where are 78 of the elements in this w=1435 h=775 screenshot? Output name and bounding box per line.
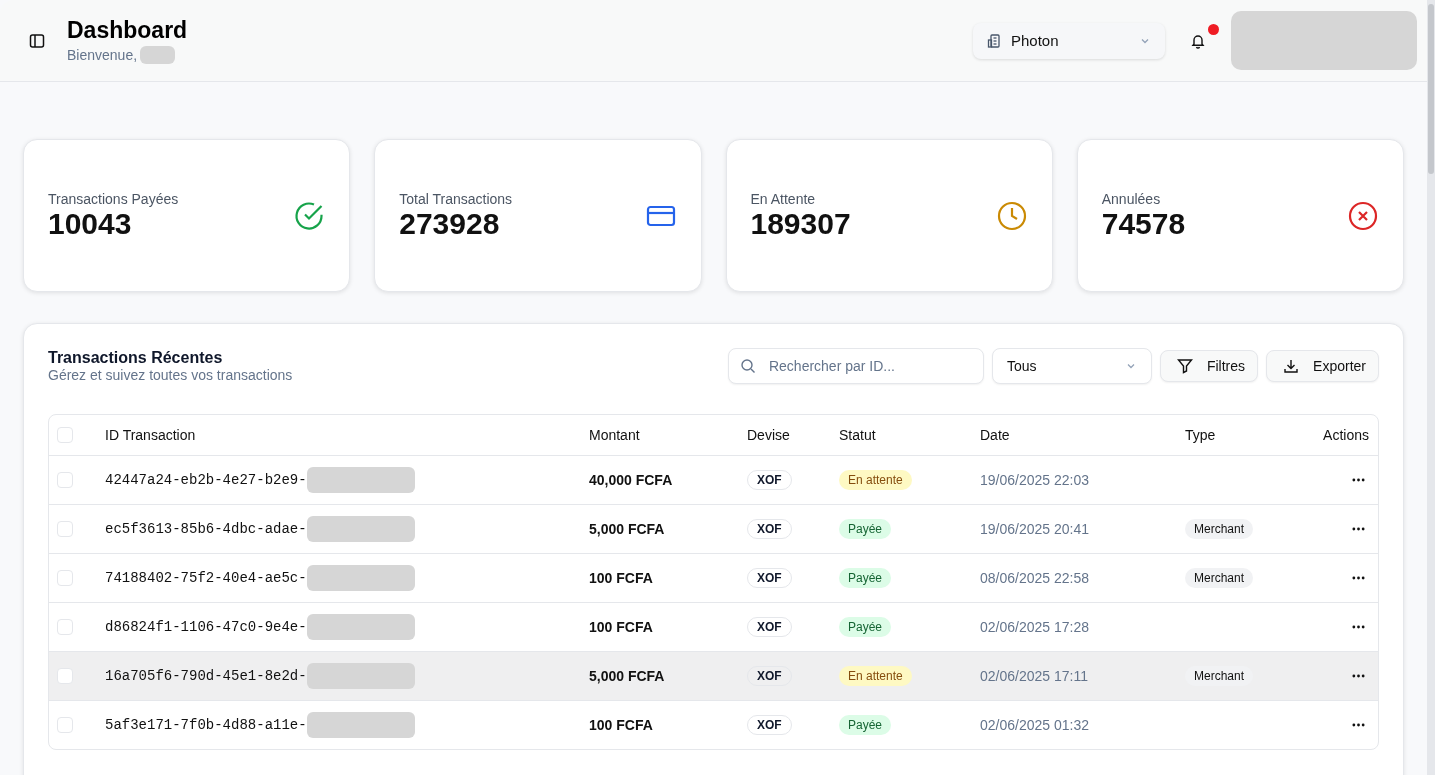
column-header: Actions — [1323, 427, 1369, 443]
table-row[interactable]: 74188402-75f2-40e4-ae5c- 100 FCFA XOF Payée 08/06/2025 22:58 Merchant — [49, 553, 1378, 602]
table-row[interactable]: 42447a24-eb2b-4e27-b2e9- 40,000 FCFA XOF En attente 19/06/2025 22:03 — [49, 455, 1378, 504]
table-row[interactable]: ec5f3613-85b6-4dbc-adae- 5,000 FCFA XOF Payée 19/06/2025 20:41 Merchant — [49, 504, 1378, 553]
amount-text: 100 FCFA — [589, 619, 653, 635]
date-text: 02/06/2025 17:11 — [980, 668, 1088, 684]
status-badge: Payée — [839, 617, 892, 637]
row-checkbox[interactable] — [57, 717, 73, 733]
amount-text: 40,000 FCFA — [589, 472, 673, 488]
export-button[interactable]: Exporter — [1266, 350, 1379, 382]
column-header: ID Transaction — [105, 427, 196, 443]
filter-icon — [1176, 358, 1193, 374]
stat-value: 273928 — [399, 206, 501, 241]
download-icon — [1283, 358, 1300, 374]
column-header: Devise — [747, 427, 790, 443]
filter-button[interactable]: Filtres — [1159, 350, 1259, 382]
stat-label: Annulées — [1101, 190, 1162, 207]
organization-selector[interactable]: Photon — [973, 22, 1165, 59]
transaction-id: 42447a24-eb2b-4e27-b2e9- — [105, 472, 307, 488]
scrollbar[interactable] — [1427, 0, 1435, 775]
column-header: Statut — [839, 427, 876, 443]
greeting-text: Bienvenue, — [67, 47, 138, 63]
more-actions-icon[interactable] — [1352, 723, 1365, 727]
row-checkbox[interactable] — [57, 619, 73, 635]
date-text: 02/06/2025 01:32 — [980, 717, 1089, 733]
sidebar-toggle-icon[interactable] — [29, 32, 45, 49]
column-header: Type — [1185, 427, 1216, 443]
amount-text: 100 FCFA — [589, 717, 653, 733]
transaction-id: 16a705f6-790d-45e1-8e2d- — [105, 668, 307, 684]
redacted-name — [140, 46, 176, 64]
table-row[interactable]: 16a705f6-790d-45e1-8e2d- 5,000 FCFA XOF En attente 02/06/2025 17:11 Merchant — [49, 651, 1378, 700]
stat-value: 74578 — [1101, 206, 1186, 241]
row-checkbox[interactable] — [57, 668, 73, 684]
status-badge: Payée — [839, 568, 892, 588]
transaction-id: ec5f3613-85b6-4dbc-adae- — [105, 521, 307, 537]
transaction-id: 74188402-75f2-40e4-ae5c- — [105, 570, 307, 586]
page-title: Dashboard — [67, 17, 188, 44]
amount-text: 5,000 FCFA — [589, 668, 665, 684]
status-badge: En attente — [839, 470, 912, 490]
stat-value: 10043 — [48, 206, 132, 241]
row-checkbox[interactable] — [57, 472, 73, 488]
column-header: Date — [980, 427, 1010, 443]
date-text: 19/06/2025 22:03 — [980, 472, 1089, 488]
date-text: 02/06/2025 17:28 — [980, 619, 1089, 635]
stat-label: En Attente — [750, 190, 817, 207]
amount-text: 100 FCFA — [589, 570, 653, 586]
panel-title: Transactions Récentes — [48, 349, 224, 367]
notification-bell-icon[interactable] — [1190, 32, 1206, 49]
type-badge: Merchant — [1185, 568, 1254, 588]
amount-text: 5,000 FCFA — [589, 521, 665, 537]
type-badge: Merchant — [1185, 519, 1254, 539]
table-row[interactable]: 5af3e171-7f0b-4d88-a11e- 100 FCFA XOF Payée 02/06/2025 01:32 — [49, 700, 1378, 749]
date-text: 08/06/2025 22:58 — [980, 570, 1089, 586]
panel-subtitle: Gérez et suivez toutes vos transactions — [48, 367, 293, 383]
more-actions-icon[interactable] — [1352, 527, 1365, 531]
more-actions-icon[interactable] — [1352, 576, 1365, 580]
more-actions-icon[interactable] — [1352, 674, 1365, 678]
status-badge: Payée — [839, 715, 892, 735]
building-icon — [987, 32, 1003, 49]
type-badge: Merchant — [1185, 666, 1254, 686]
row-checkbox[interactable] — [57, 570, 73, 586]
stat-value: 189307 — [750, 206, 851, 241]
more-actions-icon[interactable] — [1352, 625, 1365, 629]
redacted-user-profile[interactable] — [1231, 11, 1417, 70]
date-text: 19/06/2025 20:41 — [980, 521, 1089, 537]
more-actions-icon[interactable] — [1352, 478, 1365, 482]
status-dropdown[interactable]: Tous — [991, 348, 1152, 384]
transaction-id: 5af3e171-7f0b-4d88-a11e- — [105, 717, 307, 733]
transaction-id: d86824f1-1106-47c0-9e4e- — [105, 619, 307, 635]
column-header: Montant — [589, 427, 640, 443]
search-icon — [739, 358, 756, 374]
row-checkbox[interactable] — [57, 521, 73, 537]
search-field[interactable]: Rechercher par ID... — [727, 348, 984, 384]
stat-label: Transactions Payées — [48, 190, 179, 207]
status-badge: Payée — [839, 519, 892, 539]
status-badge: En attente — [839, 666, 912, 686]
select-all-checkbox[interactable] — [57, 427, 73, 443]
stat-label: Total Transactions — [399, 190, 513, 207]
